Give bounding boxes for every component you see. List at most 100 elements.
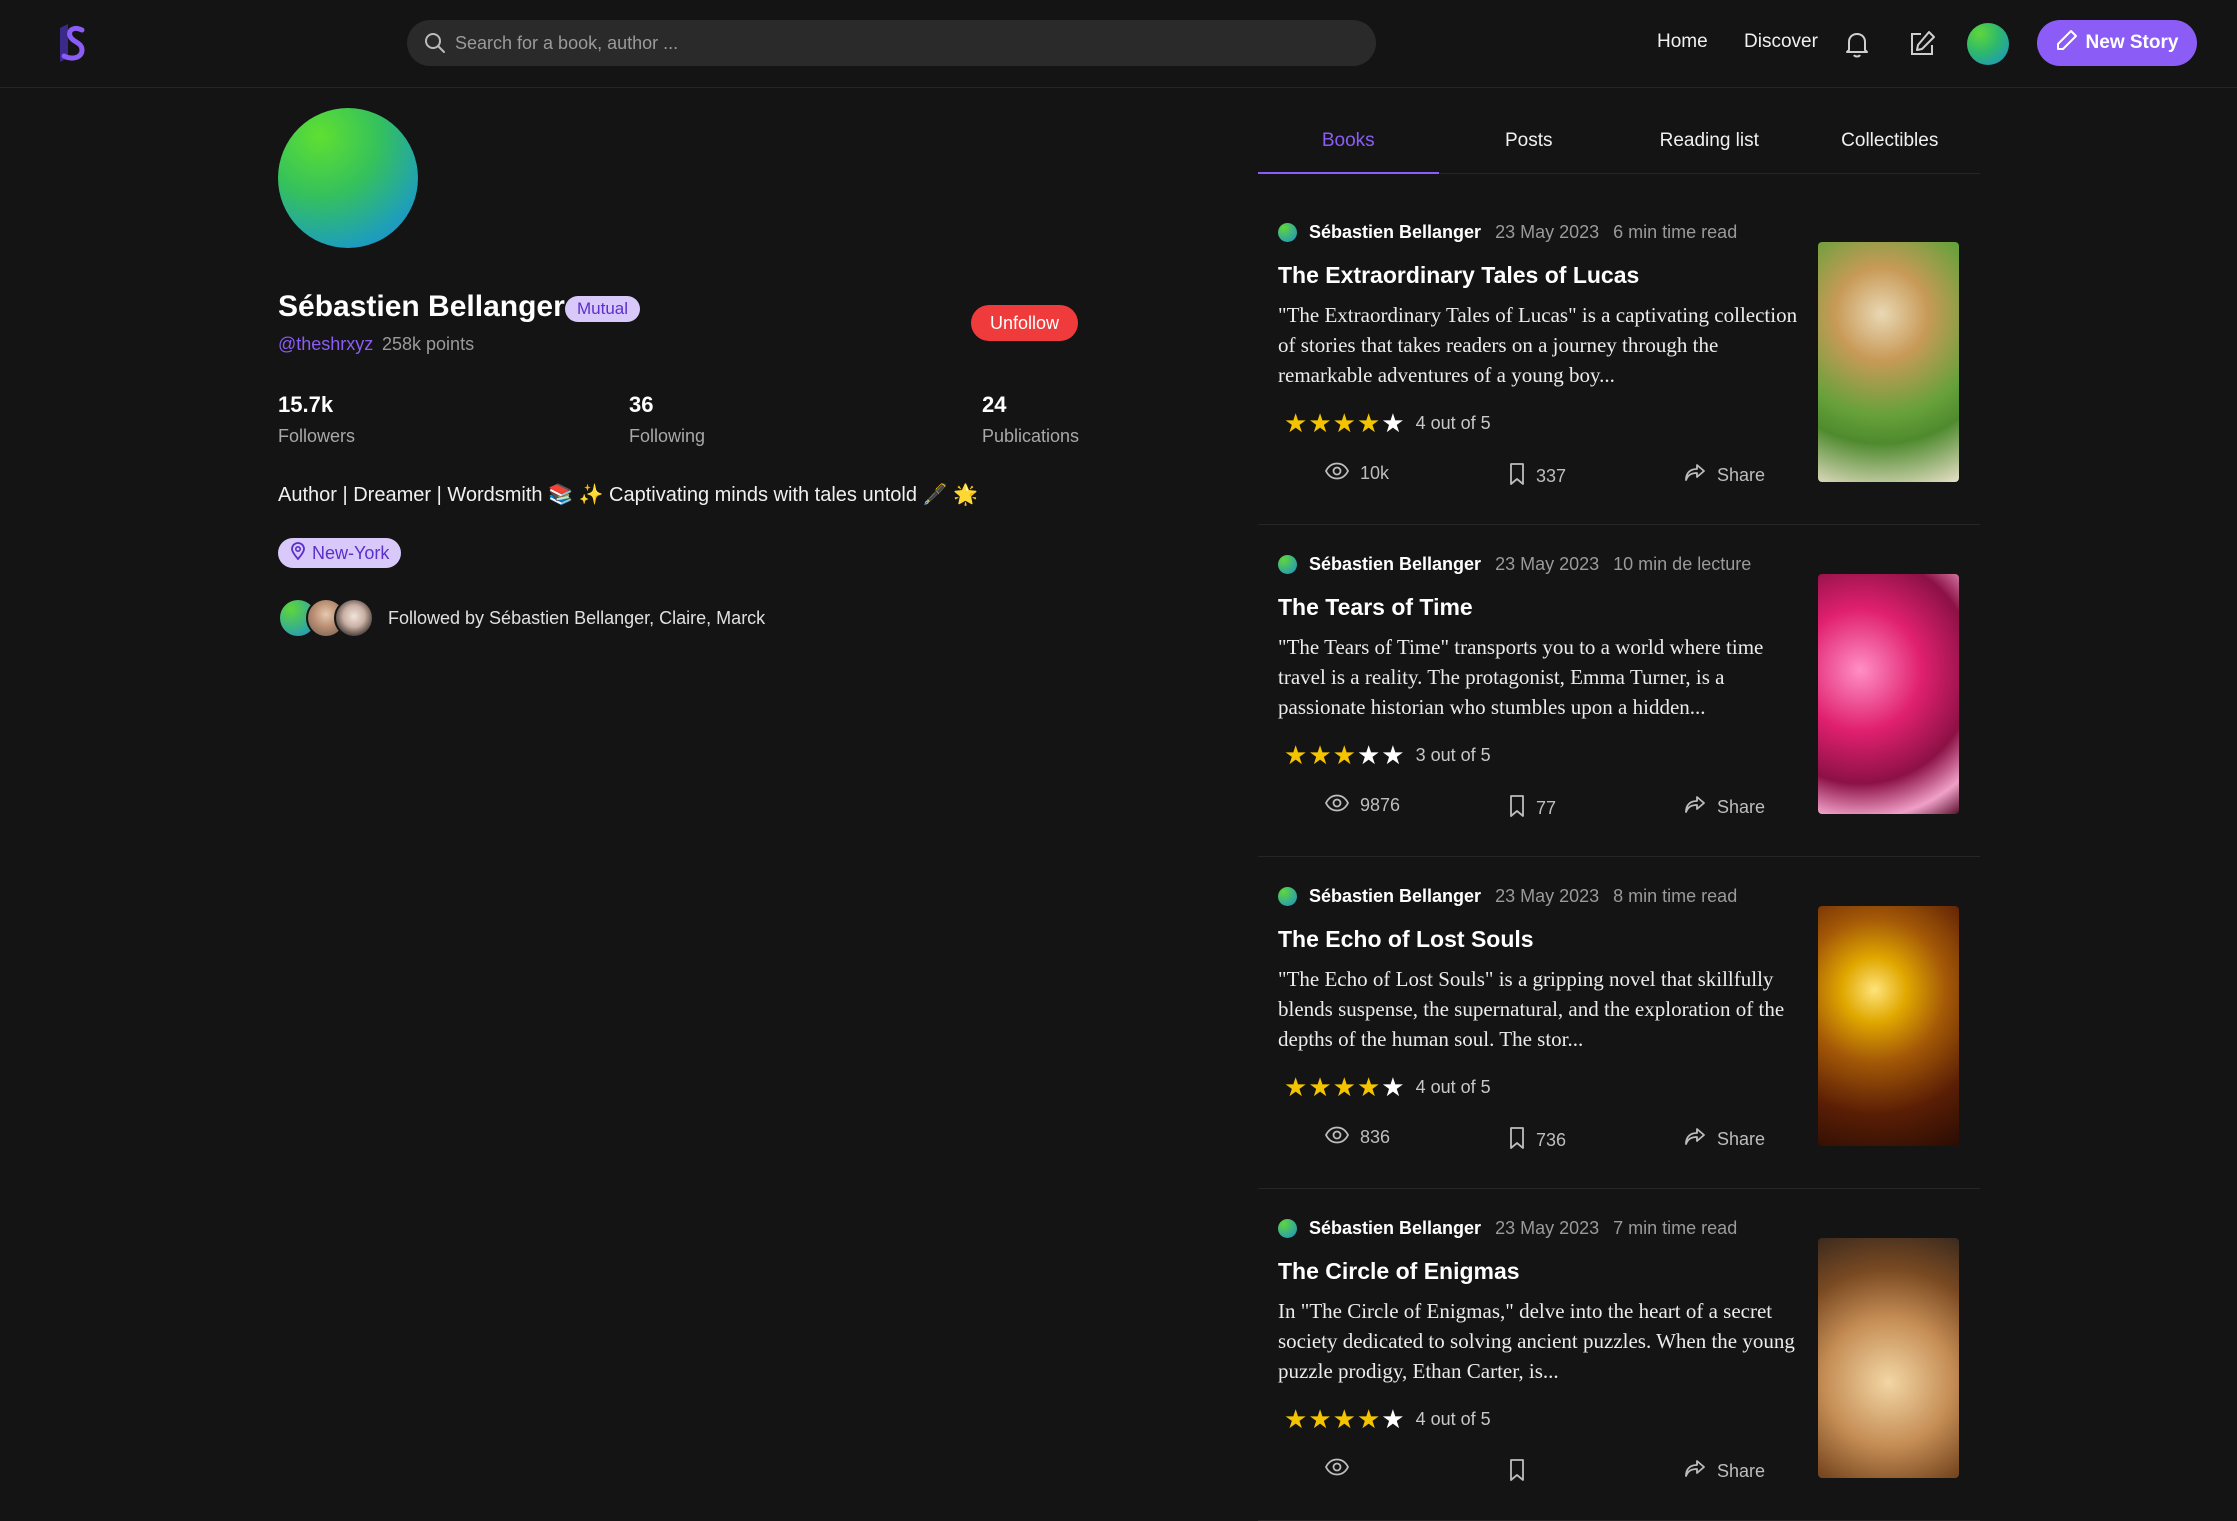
new-story-button[interactable]: New Story (2037, 20, 2197, 66)
book-author[interactable]: Sébastien Bellanger (1309, 554, 1481, 575)
stat-publications[interactable]: 24 Publications (982, 392, 1079, 447)
star-icon: ★ (1381, 740, 1405, 770)
book-title[interactable]: The Circle of Enigmas (1278, 1258, 1520, 1285)
share-label: Share (1717, 465, 1766, 485)
following-label: Following (629, 426, 706, 446)
book-meta: Sébastien Bellanger 23 May 2023 6 min ti… (1278, 222, 1737, 243)
book-rating: ★★★★★ 4 out of 5 (1284, 410, 1491, 437)
bell-icon[interactable] (1843, 29, 1871, 64)
unfollow-button[interactable]: Unfollow (971, 305, 1078, 341)
views-button[interactable]: 836 (1324, 1126, 1390, 1149)
views-button[interactable] (1324, 1458, 1360, 1481)
share-icon (1683, 1126, 1707, 1153)
bookmark-button[interactable]: 337 (1508, 462, 1566, 491)
views-count: 836 (1360, 1127, 1391, 1147)
book-title[interactable]: The Echo of Lost Souls (1278, 926, 1534, 953)
book-date: 23 May 2023 (1495, 1218, 1600, 1238)
book-cover-image[interactable] (1818, 906, 1959, 1146)
location-pin-icon (290, 541, 306, 565)
following-count: 36 (629, 392, 654, 417)
book-card[interactable]: Sébastien Bellanger 23 May 2023 10 min d… (1258, 526, 1980, 857)
nav-home-link[interactable]: Home (1657, 31, 1708, 53)
share-icon (1683, 1458, 1707, 1485)
book-author[interactable]: Sébastien Bellanger (1309, 886, 1481, 907)
share-label: Share (1717, 1461, 1766, 1481)
stat-following[interactable]: 36 Following (629, 392, 705, 447)
book-date: 23 May 2023 (1495, 554, 1600, 574)
rating-text: 4 out of 5 (1415, 413, 1491, 433)
book-actions: 836 736 Share (1278, 1126, 1798, 1158)
tab-collectibles[interactable]: Collectibles (1800, 118, 1981, 173)
share-icon (1683, 462, 1707, 489)
mutual-badge: Mutual (565, 296, 641, 322)
book-actions: 10k 337 Share (1278, 462, 1798, 494)
book-cover-image[interactable] (1818, 1238, 1959, 1478)
profile-handle[interactable]: @theshrxyz (278, 334, 373, 355)
tab-books[interactable]: Books (1258, 118, 1439, 174)
location-tag[interactable]: New-York (278, 538, 402, 568)
star-icon: ★ (1332, 740, 1356, 770)
bookmark-count: 736 (1536, 1130, 1567, 1150)
book-rating: ★★★★★ 4 out of 5 (1284, 1406, 1491, 1433)
profile-bio: Author | Dreamer | Wordsmith 📚 ✨ Captiva… (278, 484, 978, 506)
book-description: "The Extraordinary Tales of Lucas" is a … (1278, 303, 1798, 387)
book-meta: Sébastien Bellanger 23 May 2023 8 min ti… (1278, 886, 1737, 907)
eye-icon (1324, 1458, 1350, 1481)
followers-label: Followers (278, 426, 356, 446)
star-icon: ★ (1381, 408, 1405, 438)
book-card[interactable]: Sébastien Bellanger 23 May 2023 6 min ti… (1258, 194, 1980, 525)
views-count: 10k (1360, 463, 1390, 483)
tab-posts[interactable]: Posts (1439, 118, 1620, 173)
user-avatar[interactable] (1967, 23, 2009, 65)
book-meta: Sébastien Bellanger 23 May 2023 10 min d… (1278, 554, 1751, 575)
book-title[interactable]: The Extraordinary Tales of Lucas (1278, 262, 1639, 289)
book-card[interactable]: Sébastien Bellanger 23 May 2023 7 min ti… (1258, 1190, 1980, 1521)
views-count: 9876 (1360, 795, 1401, 815)
bookmark-button[interactable]: 736 (1508, 1126, 1566, 1155)
bookmark-button[interactable]: 77 (1508, 794, 1556, 823)
bookmark-icon (1508, 1126, 1526, 1155)
location-label: New-York (312, 542, 390, 563)
logo-icon[interactable] (54, 22, 88, 64)
star-icon: ★ (1284, 408, 1308, 438)
bookmark-button[interactable] (1508, 1458, 1536, 1487)
star-icon: ★ (1332, 1404, 1356, 1434)
share-button[interactable]: Share (1683, 462, 1765, 489)
book-read-time: 7 min time read (1613, 1218, 1738, 1238)
book-card[interactable]: Sébastien Bellanger 23 May 2023 8 min ti… (1258, 858, 1980, 1189)
book-description: "The Echo of Lost Souls" is a gripping n… (1278, 967, 1785, 1051)
views-button[interactable]: 9876 (1324, 794, 1400, 817)
bookmark-count: 337 (1536, 466, 1567, 486)
nav-discover-link[interactable]: Discover (1744, 31, 1818, 53)
star-icon: ★ (1356, 1404, 1381, 1434)
tab-reading-list[interactable]: Reading list (1619, 118, 1800, 173)
star-icon: ★ (1332, 408, 1356, 438)
author-avatar (1278, 1219, 1297, 1238)
share-button[interactable]: Share (1683, 1126, 1765, 1153)
edit-icon[interactable] (1907, 29, 1937, 64)
share-button[interactable]: Share (1683, 1458, 1765, 1485)
book-cover-image[interactable] (1818, 242, 1959, 482)
book-read-time: 8 min time read (1613, 886, 1738, 906)
book-date: 23 May 2023 (1495, 222, 1600, 242)
book-author[interactable]: Sébastien Bellanger (1309, 1218, 1481, 1239)
stat-followers[interactable]: 15.7k Followers (278, 392, 355, 447)
profile-tabs: Books Posts Reading list Collectibles (1258, 118, 1980, 174)
book-author[interactable]: Sébastien Bellanger (1309, 222, 1481, 243)
search-input[interactable] (455, 20, 1355, 66)
rating-text: 4 out of 5 (1415, 1077, 1491, 1097)
share-label: Share (1717, 1129, 1766, 1149)
book-cover-image[interactable] (1818, 574, 1959, 814)
star-icon: ★ (1284, 1072, 1308, 1102)
rating-text: 4 out of 5 (1415, 1409, 1491, 1429)
profile-avatar (278, 108, 418, 248)
star-icon: ★ (1332, 1072, 1356, 1102)
share-button[interactable]: Share (1683, 794, 1765, 821)
views-button[interactable]: 10k (1324, 462, 1389, 485)
book-rating: ★★★★★ 4 out of 5 (1284, 1074, 1491, 1101)
book-title[interactable]: The Tears of Time (1278, 594, 1473, 621)
search-bar[interactable] (407, 20, 1376, 66)
pencil-icon (2056, 29, 2078, 57)
rating-stars: ★★★★★ (1284, 410, 1406, 437)
followers-count: 15.7k (278, 392, 334, 417)
